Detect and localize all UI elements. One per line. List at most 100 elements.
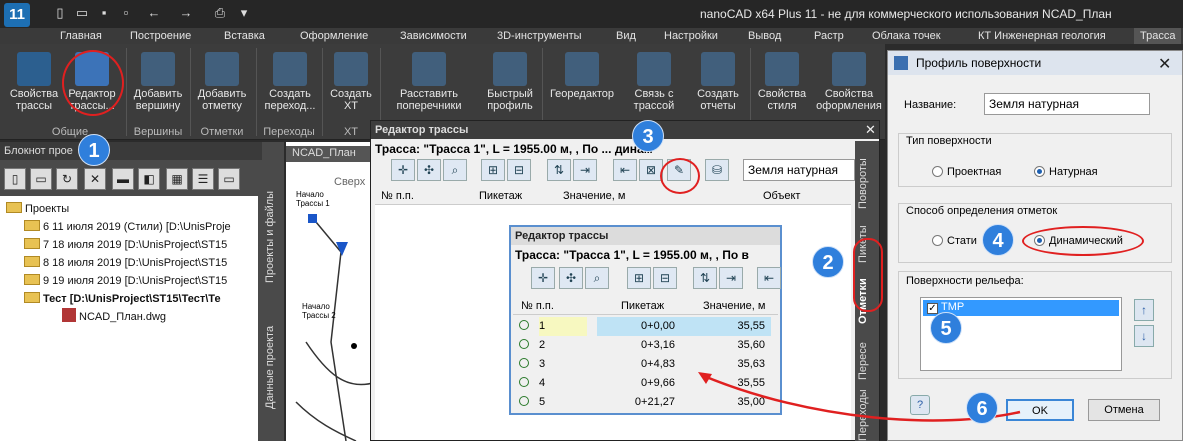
zoom-icon[interactable]: ⌕	[443, 159, 467, 181]
zoom-col-value[interactable]: Значение, м	[703, 300, 765, 312]
tab-insert[interactable]: Вставка	[224, 28, 265, 44]
move-down-icon[interactable]: ↓	[1134, 325, 1154, 347]
app-logo[interactable]: 11	[4, 3, 30, 27]
move-icon[interactable]: ⇅	[693, 267, 717, 289]
tab-format[interactable]: Оформление	[300, 28, 368, 44]
tab-construct[interactable]: Построение	[130, 28, 191, 44]
zoom-icon[interactable]: ⌕	[585, 267, 609, 289]
disabled-tool-icon[interactable]: ▭	[218, 168, 240, 190]
tab-geology[interactable]: КТ Инженерная геология	[978, 28, 1106, 44]
add-vertex-button[interactable]: Добавить вершину	[126, 48, 190, 122]
quick-profile-button[interactable]: Быстрый профиль	[478, 48, 542, 122]
tab-settings[interactable]: Настройки	[664, 28, 718, 44]
callout-3: 3	[632, 120, 664, 152]
close-icon[interactable]: ✕	[1158, 54, 1171, 74]
tree-item[interactable]: 7 18 июля 2019 [D:\UnisProject\ST15	[24, 236, 227, 254]
callout-5: 5	[930, 312, 962, 344]
snap-icon[interactable]: ✣	[417, 159, 441, 181]
dropdown-icon[interactable]: ▾	[236, 5, 252, 21]
view-label[interactable]: Сверх	[334, 176, 365, 188]
tab-output[interactable]: Вывод	[748, 28, 781, 44]
create-reports-button[interactable]: Создать отчеты	[686, 48, 750, 122]
place-cross-sections-button[interactable]: Расставить поперечники	[384, 48, 474, 122]
saveas-icon[interactable]: ▫	[118, 5, 134, 21]
tree-item-projects[interactable]: Проекты	[6, 200, 69, 218]
move-up-icon[interactable]: ↑	[1134, 299, 1154, 321]
export-icon[interactable]: ⇥	[719, 267, 743, 289]
callout-4: 4	[982, 224, 1014, 256]
geoeditor-button[interactable]: Георедактор	[544, 48, 620, 122]
insert-icon[interactable]: ⊞	[627, 267, 651, 289]
paint-icon[interactable]: ⛁	[705, 159, 729, 181]
save-icon[interactable]: ▪	[96, 5, 112, 21]
tree-item-test[interactable]: Тест [D:\UnisProject\ST15\Тест\Те	[24, 290, 221, 308]
add-point-icon[interactable]: ✛	[391, 159, 415, 181]
tab-constraints[interactable]: Зависимости	[400, 28, 467, 44]
create-reports-label: Создать отчеты	[697, 88, 739, 112]
cancel-button[interactable]: Отмена	[1088, 399, 1160, 421]
table-icon[interactable]: ▦	[166, 168, 188, 190]
format-properties-icon	[832, 52, 866, 86]
list-icon[interactable]: ☰	[192, 168, 214, 190]
tab-3d[interactable]: 3D-инструменты	[497, 28, 582, 44]
import-icon[interactable]: ⇤	[757, 267, 781, 289]
export-icon[interactable]: ⇥	[573, 159, 597, 181]
link-route-button[interactable]: Связь с трассой	[622, 48, 686, 122]
highlight-marks-tab	[853, 238, 883, 312]
zoom-col-number[interactable]: № п.п.	[521, 300, 554, 312]
tab-home[interactable]: Главная	[60, 28, 102, 44]
tree-item[interactable]: 6 11 июля 2019 (Стили) [D:\UnisProje	[24, 218, 231, 236]
tab-route[interactable]: Трасса	[1134, 28, 1182, 44]
add-point-icon[interactable]: ✛	[531, 267, 555, 289]
tree-item[interactable]: 8 18 июля 2019 [D:\UnisProject\ST15	[24, 254, 227, 272]
redo-icon[interactable]: →	[178, 5, 194, 21]
delete-icon[interactable]: ⊟	[653, 267, 677, 289]
close-icon[interactable]: ✕	[865, 122, 876, 138]
tab-view[interactable]: Вид	[616, 28, 636, 44]
import-icon[interactable]: ⇤	[613, 159, 637, 181]
open-icon[interactable]: ▭	[74, 5, 90, 21]
col-value[interactable]: Значение, м	[563, 190, 625, 202]
layer-icon[interactable]: ◧	[138, 168, 160, 190]
surface-field[interactable]: Земля натурная	[743, 159, 855, 181]
tab-raster[interactable]: Растр	[814, 28, 844, 44]
col-number[interactable]: № п.п.	[381, 190, 414, 202]
tree-item[interactable]: 9 19 июля 2019 [D:\UnisProject\ST15	[24, 272, 227, 290]
tab-turns[interactable]: Повороты	[857, 149, 875, 219]
radio-static[interactable]: Стати	[932, 235, 977, 247]
open-project-icon[interactable]: ▭	[30, 168, 52, 190]
tab-projects-files[interactable]: Проекты и файлы	[264, 182, 282, 292]
add-mark-button[interactable]: Добавить отметку	[190, 48, 254, 122]
tool-icon[interactable]: ▬	[112, 168, 134, 190]
create-transition-button[interactable]: Создать переход...	[258, 48, 322, 122]
snap-icon[interactable]: ✣	[559, 267, 583, 289]
tree-item-dwg[interactable]: NCAD_План.dwg	[62, 308, 166, 326]
radio-natural[interactable]: Натурная	[1034, 166, 1098, 178]
table-row[interactable]: 1 0+0,00 35,55	[513, 317, 778, 336]
table-row[interactable]: 2 0+3,16 35,60	[513, 336, 778, 355]
style-properties-button[interactable]: Свойства стиля	[750, 48, 814, 122]
route-properties-button[interactable]: Свойства трассы	[2, 48, 66, 122]
new-project-icon[interactable]: ▯	[4, 168, 26, 190]
delete-icon[interactable]: ⊟	[507, 159, 531, 181]
format-properties-button[interactable]: Свойства оформления	[814, 48, 884, 122]
close-project-icon[interactable]: ✕	[84, 168, 106, 190]
col-station[interactable]: Пикетаж	[479, 190, 522, 202]
insert-icon[interactable]: ⊞	[481, 159, 505, 181]
tab-pointclouds[interactable]: Облака точек	[872, 28, 941, 44]
checkbox-icon[interactable]: ✓	[927, 303, 938, 314]
move-icon[interactable]: ⇅	[547, 159, 571, 181]
zoom-col-station[interactable]: Пикетаж	[621, 300, 664, 312]
undo-icon[interactable]: ←	[146, 5, 162, 21]
drawing-tab[interactable]: NCAD_План	[286, 146, 376, 162]
name-field[interactable]: Земля натурная	[984, 93, 1150, 115]
print-icon[interactable]: ⎙	[212, 5, 228, 21]
create-xt-button[interactable]: Создать ХТ	[322, 48, 380, 122]
create-transition-icon	[273, 52, 307, 86]
tab-project-data[interactable]: Данные проекта	[264, 312, 282, 422]
zoom-route-info: Трасса: "Трасса 1", L = 1955.00 м, , По …	[515, 248, 749, 262]
radio-design[interactable]: Проектная	[932, 166, 1001, 178]
col-object[interactable]: Объект	[763, 190, 800, 202]
new-icon[interactable]: ▯	[52, 5, 68, 21]
refresh-icon[interactable]: ↻	[56, 168, 78, 190]
